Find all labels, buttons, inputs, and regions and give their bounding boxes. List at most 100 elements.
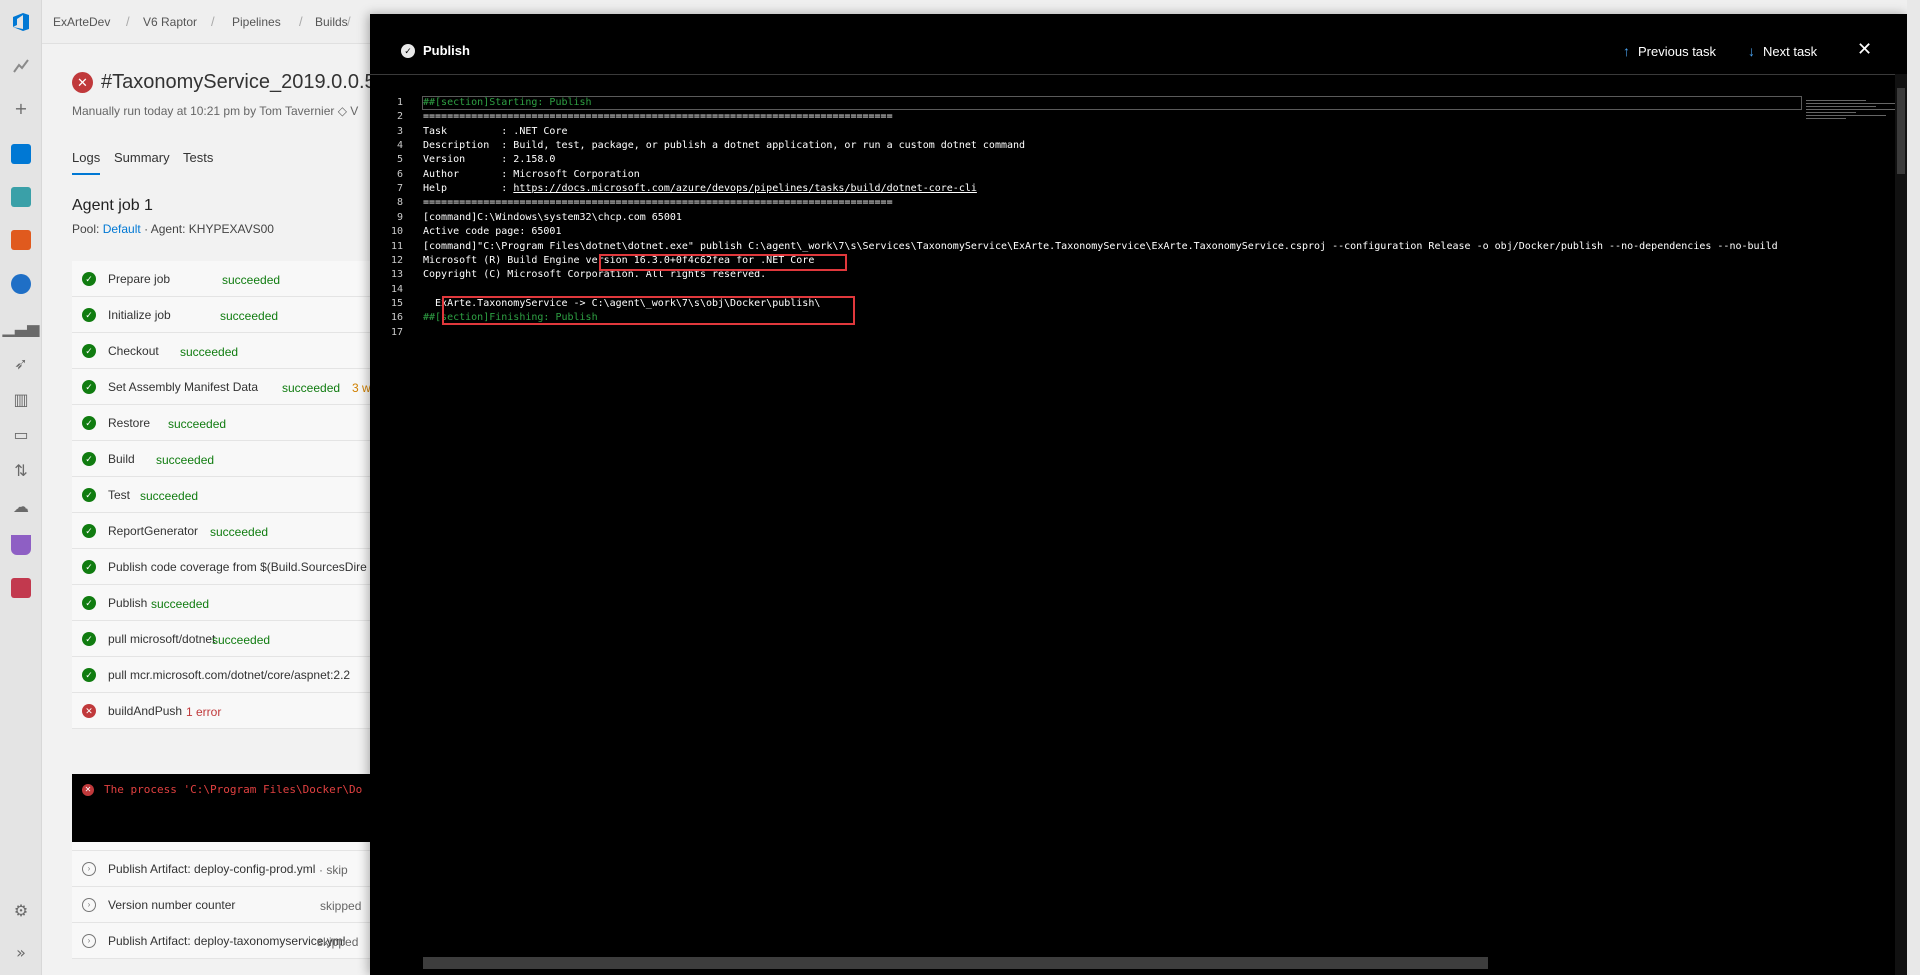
pool-link[interactable]: Default xyxy=(103,222,141,236)
log-line: 5 Version : 2.158.0 xyxy=(370,153,1870,167)
log-line-text: Active code page: 65001 xyxy=(423,226,562,238)
line-number: 8 xyxy=(396,197,403,209)
tab-tests[interactable]: Tests xyxy=(183,150,213,165)
deployment-groups-icon[interactable]: ⇅ xyxy=(9,458,33,482)
breadcrumb-separator: / xyxy=(347,14,351,29)
releases-icon[interactable]: ➶ xyxy=(9,351,33,375)
success-check-icon: ✓ xyxy=(82,344,96,358)
log-minimap[interactable] xyxy=(1806,100,1902,130)
azure-devops-logo-icon[interactable] xyxy=(9,10,33,34)
log-line-text: [command]C:\Windows\system32\chcp.com 65… xyxy=(423,211,682,223)
step-row[interactable]: › Publish Artifact: deploy-taxonomyservic… xyxy=(72,923,382,959)
success-check-icon: ✓ xyxy=(82,272,96,286)
success-check-icon: ✓ xyxy=(82,452,96,466)
success-check-icon: ✓ xyxy=(401,44,415,58)
previous-task-label: Previous task xyxy=(1638,44,1717,59)
step-row[interactable]: ✓ ReportGenerator succeeded xyxy=(72,513,382,549)
step-row[interactable]: ›Version number counterskippedⓘ xyxy=(72,887,394,923)
next-task-button[interactable]: ↓ Next task xyxy=(1748,43,1817,59)
log-line: 3 Task : .NET Core xyxy=(370,125,1870,139)
step-row[interactable]: ✓ Build succeeded xyxy=(72,441,382,477)
step-name: Publish Artifact: deploy-config-prod.yml xyxy=(108,862,316,876)
warning-count: 3 w xyxy=(352,381,371,395)
step-row[interactable]: ✓ Prepare job succeeded xyxy=(72,261,382,297)
library-icon[interactable]: ▥ xyxy=(9,387,33,411)
step-row[interactable]: ✕ buildAndPush 1 error xyxy=(72,693,382,729)
log-line: 9 [command]C:\Windows\system32\chcp.com 6… xyxy=(370,211,1870,225)
line-number: 14 xyxy=(390,283,403,295)
pipelines-icon[interactable] xyxy=(9,272,33,296)
step-status: · skip xyxy=(319,863,348,877)
tab-active-indicator xyxy=(72,173,100,175)
log-line: 8 =======================================… xyxy=(370,196,1870,210)
breadcrumb-project[interactable]: V6 Raptor xyxy=(143,15,197,29)
success-check-icon: ✓ xyxy=(82,524,96,538)
skipped-icon: › xyxy=(82,934,96,948)
log-line-text: ##[section]Starting: Publish xyxy=(423,97,592,108)
step-row[interactable]: ✓ Publish code coverage from $(Build.Sour… xyxy=(72,549,382,585)
step-row[interactable]: ✓ Test succeeded xyxy=(72,477,382,513)
run-subtitle: Manually run today at 10:21 pm by Tom Ta… xyxy=(72,104,359,118)
previous-task-button[interactable]: ↑ Previous task xyxy=(1623,43,1716,59)
boards-icon[interactable] xyxy=(9,142,33,166)
arrow-down-icon: ↓ xyxy=(1748,43,1755,59)
task-log-panel: ✓ Publish ↑ Previous task ↓ Next task ✕ 1 #… xyxy=(370,14,1907,975)
success-check-icon: ✓ xyxy=(82,596,96,610)
step-name: pull microsoft/dotnet xyxy=(108,632,216,646)
step-row[interactable]: ✓ Publish succeeded xyxy=(72,585,382,621)
success-check-icon: ✓ xyxy=(82,632,96,646)
log-line: 14 xyxy=(370,283,1870,297)
arrow-up-icon: ↑ xyxy=(1623,43,1630,59)
step-row[interactable]: ✓ pull microsoft/dotnet succeeded xyxy=(72,621,382,657)
breadcrumb-pipelines[interactable]: Pipelines xyxy=(232,15,281,29)
breadcrumb-separator: / xyxy=(211,14,215,29)
add-icon[interactable]: + xyxy=(9,96,33,120)
artifacts-icon[interactable] xyxy=(9,576,33,600)
checklist-icon[interactable] xyxy=(9,185,33,209)
step-row[interactable]: ✓ Restore succeeded xyxy=(72,405,382,441)
test-plans-icon[interactable] xyxy=(9,533,33,557)
step-status: succeeded xyxy=(151,597,210,611)
log-line-text: Version : 2.158.0 xyxy=(423,154,556,166)
step-row[interactable]: ✓ Set Assembly Manifest Data succeeded 3 w xyxy=(72,369,382,405)
tab-logs[interactable]: Logs xyxy=(72,150,100,165)
scrollbar-thumb[interactable] xyxy=(1897,88,1905,174)
tab-summary[interactable]: Summary xyxy=(114,150,170,165)
line-number: 11 xyxy=(390,240,403,252)
agent-label: · Agent: KHYPEXAVS00 xyxy=(144,222,274,236)
success-check-icon: ✓ xyxy=(82,488,96,502)
analytics-icon[interactable]: ▁▃▅ xyxy=(3,315,40,339)
step-name: Initialize job xyxy=(108,308,171,322)
log-line-text: Task : .NET Core xyxy=(423,125,568,137)
cloud-icon[interactable]: ☁ xyxy=(9,494,33,518)
line-number: 13 xyxy=(390,269,403,281)
breadcrumb-builds[interactable]: Builds xyxy=(315,15,348,29)
help-link[interactable]: https://docs.microsoft.com/azure/devops/… xyxy=(513,183,977,194)
breadcrumb-separator: / xyxy=(299,14,303,29)
close-icon[interactable]: ✕ xyxy=(1857,39,1872,60)
step-row[interactable]: ✓ Initialize job succeeded xyxy=(72,297,382,333)
log-line: 13 Copyright (C) Microsoft Corporation. A… xyxy=(370,268,1870,282)
settings-gear-icon[interactable]: ⚙ xyxy=(9,898,33,922)
task-groups-icon[interactable]: ▭ xyxy=(9,422,33,446)
vertical-scrollbar[interactable] xyxy=(1895,74,1907,975)
breadcrumb-org[interactable]: ExArteDev xyxy=(53,15,110,29)
log-line: 6 Author : Microsoft Corporation xyxy=(370,168,1870,182)
repos-icon[interactable] xyxy=(9,228,33,252)
step-row[interactable]: ✓ Checkout succeeded xyxy=(72,333,382,369)
horizontal-scrollbar[interactable] xyxy=(423,957,1488,969)
log-line-text: Help : https://docs.microsoft.com/azure/… xyxy=(423,182,977,196)
skipped-icon: › xyxy=(82,898,96,912)
step-row[interactable]: › Publish Artifact: deploy-config-prod.ym… xyxy=(72,851,382,887)
step-name: Publish Artifact: deploy-taxonomyservice… xyxy=(108,934,346,948)
overview-icon[interactable] xyxy=(9,54,33,78)
step-status: 1 error xyxy=(186,705,222,719)
expand-chevron-icon[interactable]: » xyxy=(9,940,33,964)
log-panel-title: Publish xyxy=(423,43,470,58)
step-row[interactable]: ✓ pull mcr.microsoft.com/dotnet/core/aspn… xyxy=(72,657,382,693)
line-number: 7 xyxy=(396,183,403,195)
step-status: succeeded xyxy=(222,273,281,287)
log-content[interactable]: 1 ##[section]Starting: Publish 2 ==========… xyxy=(370,96,1870,956)
step-name: pull mcr.microsoft.com/dotnet/core/aspne… xyxy=(108,668,351,682)
step-name: Build xyxy=(108,452,135,466)
